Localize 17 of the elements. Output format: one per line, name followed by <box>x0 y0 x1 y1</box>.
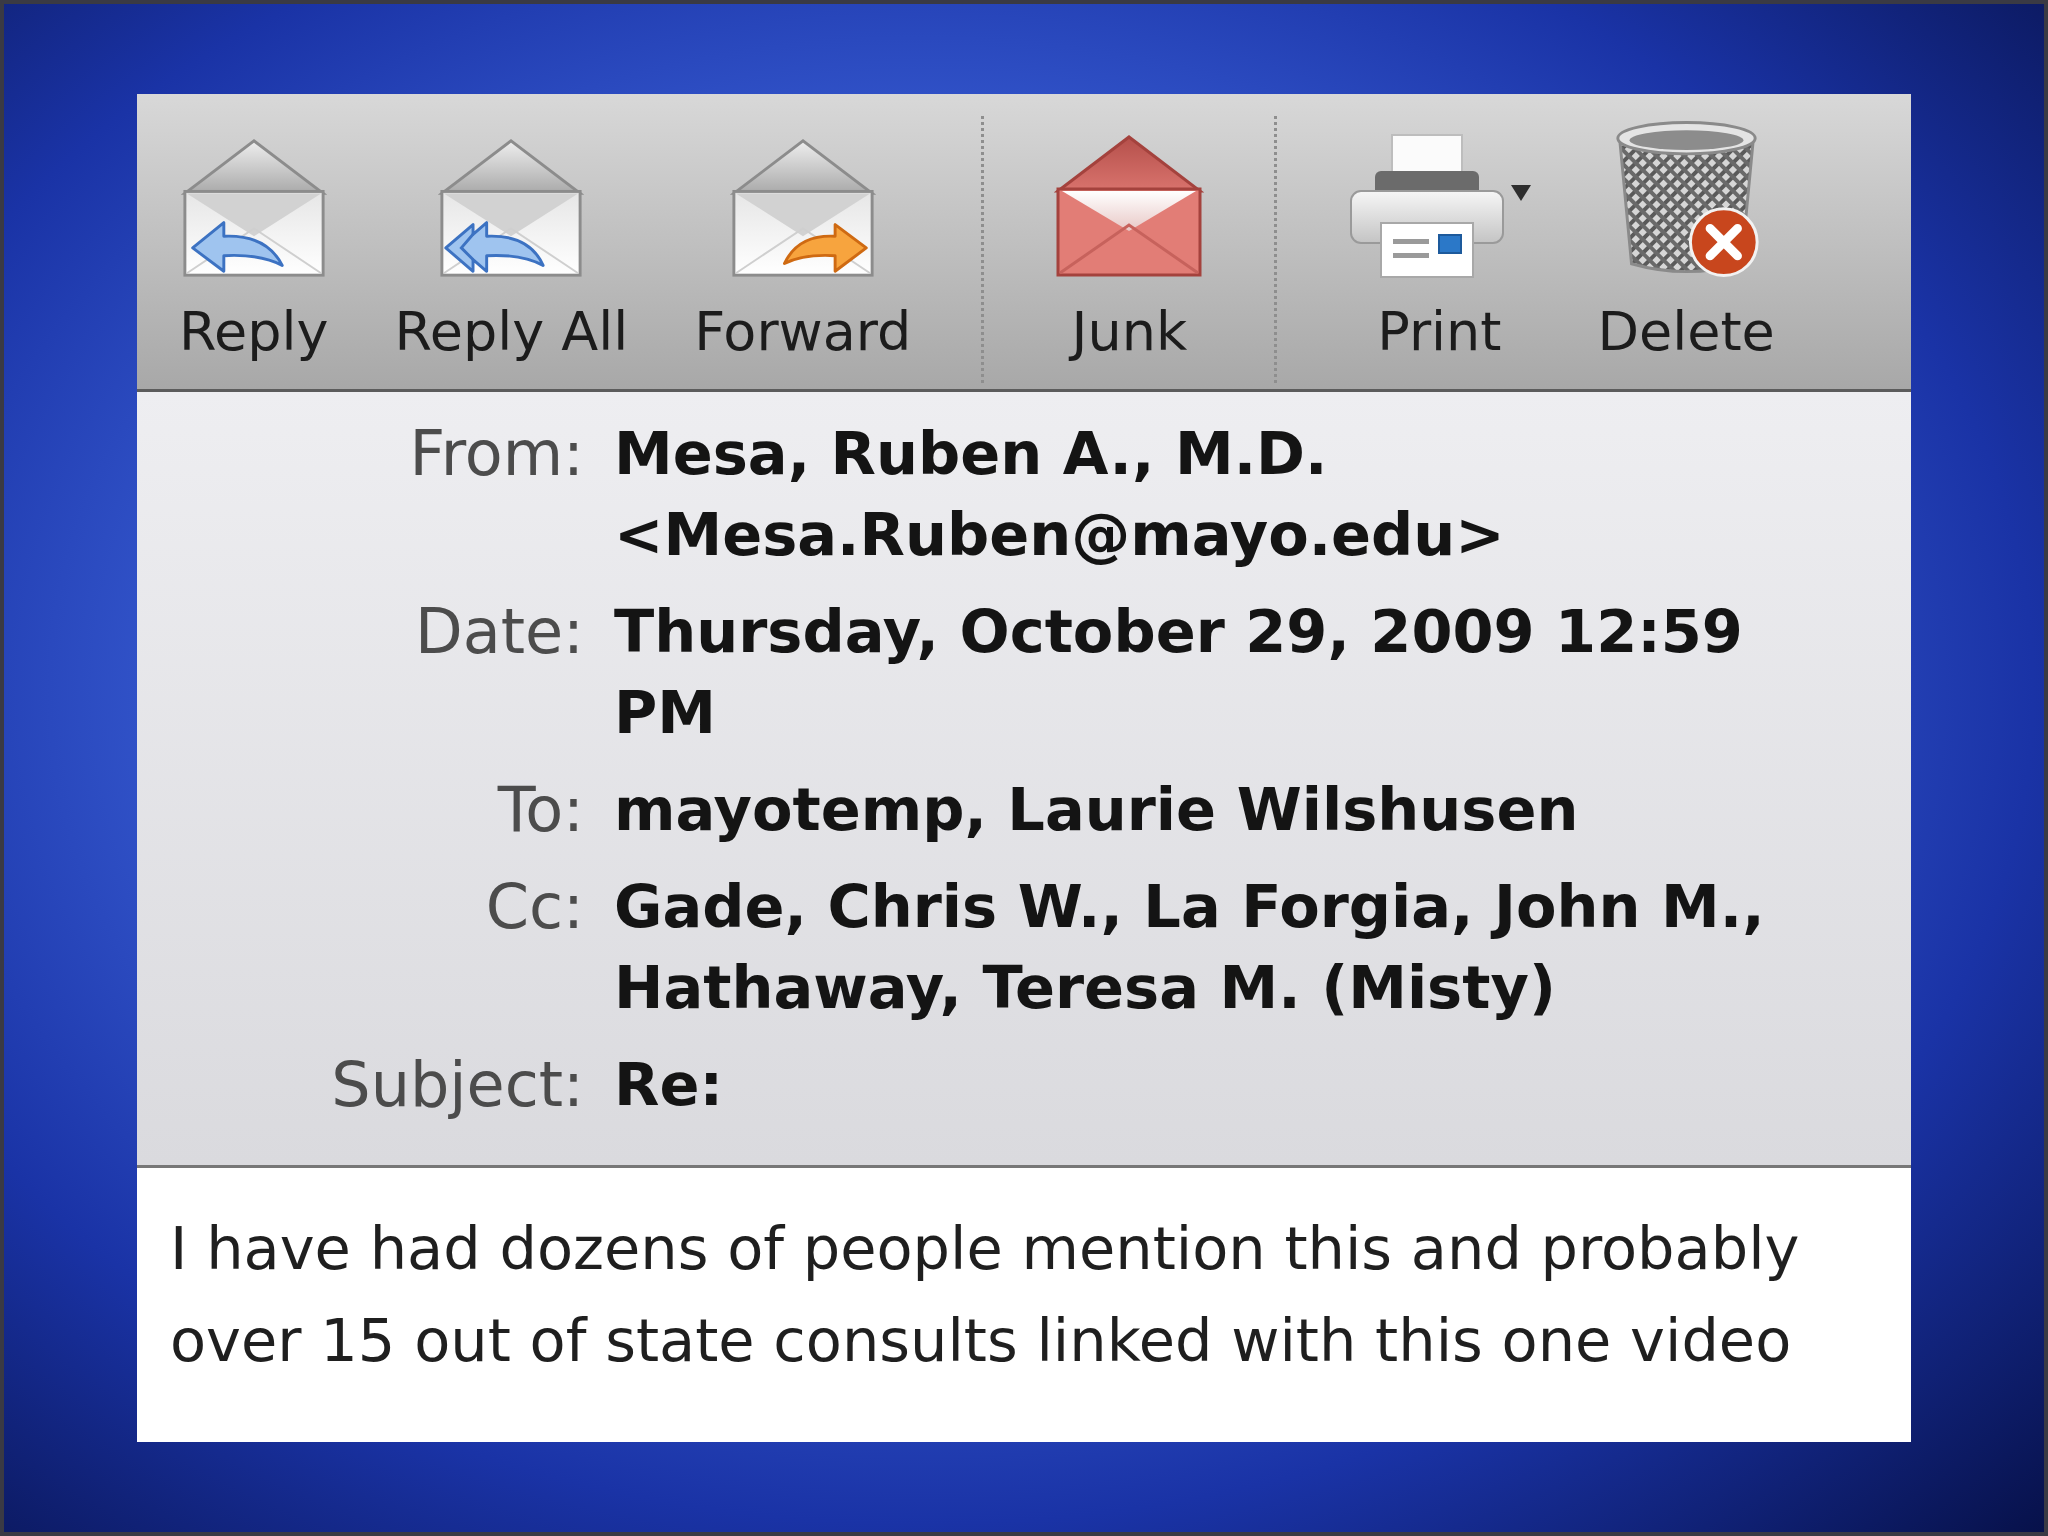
toolbar-button[interactable]: Reply <box>179 116 329 364</box>
header-value: Gade, Chris W., La Forgia, John M., Hathaway, Teresa M. (Misty) <box>614 871 1766 1024</box>
header-label: Cc: <box>485 869 584 945</box>
toolbar-button[interactable]: Print <box>1347 116 1532 364</box>
toolbar-button[interactable]: Forward <box>694 116 912 364</box>
header-label: To: <box>497 772 584 848</box>
header-value: Mesa, Ruben A., M.D. <Mesa.Ruben@mayo.edu> <box>614 418 1506 571</box>
header-value: Re: <box>614 1049 724 1121</box>
header-label: From: <box>409 416 584 492</box>
header-label: Date: <box>414 594 584 670</box>
message-text: I have had dozens of people mention this and probably over 15 out of state consults linked with this one video <box>170 1213 1801 1377</box>
toolbar-button[interactable]: Reply All <box>394 116 629 364</box>
caret-icon[interactable] <box>1511 185 1532 201</box>
header-label: Subject: <box>331 1047 584 1123</box>
toolbar-button[interactable]: Junk <box>1054 116 1205 364</box>
toolbar-button[interactable]: Delete <box>1597 116 1775 364</box>
header-value: mayotemp, Laurie Wilshusen <box>614 774 1579 846</box>
